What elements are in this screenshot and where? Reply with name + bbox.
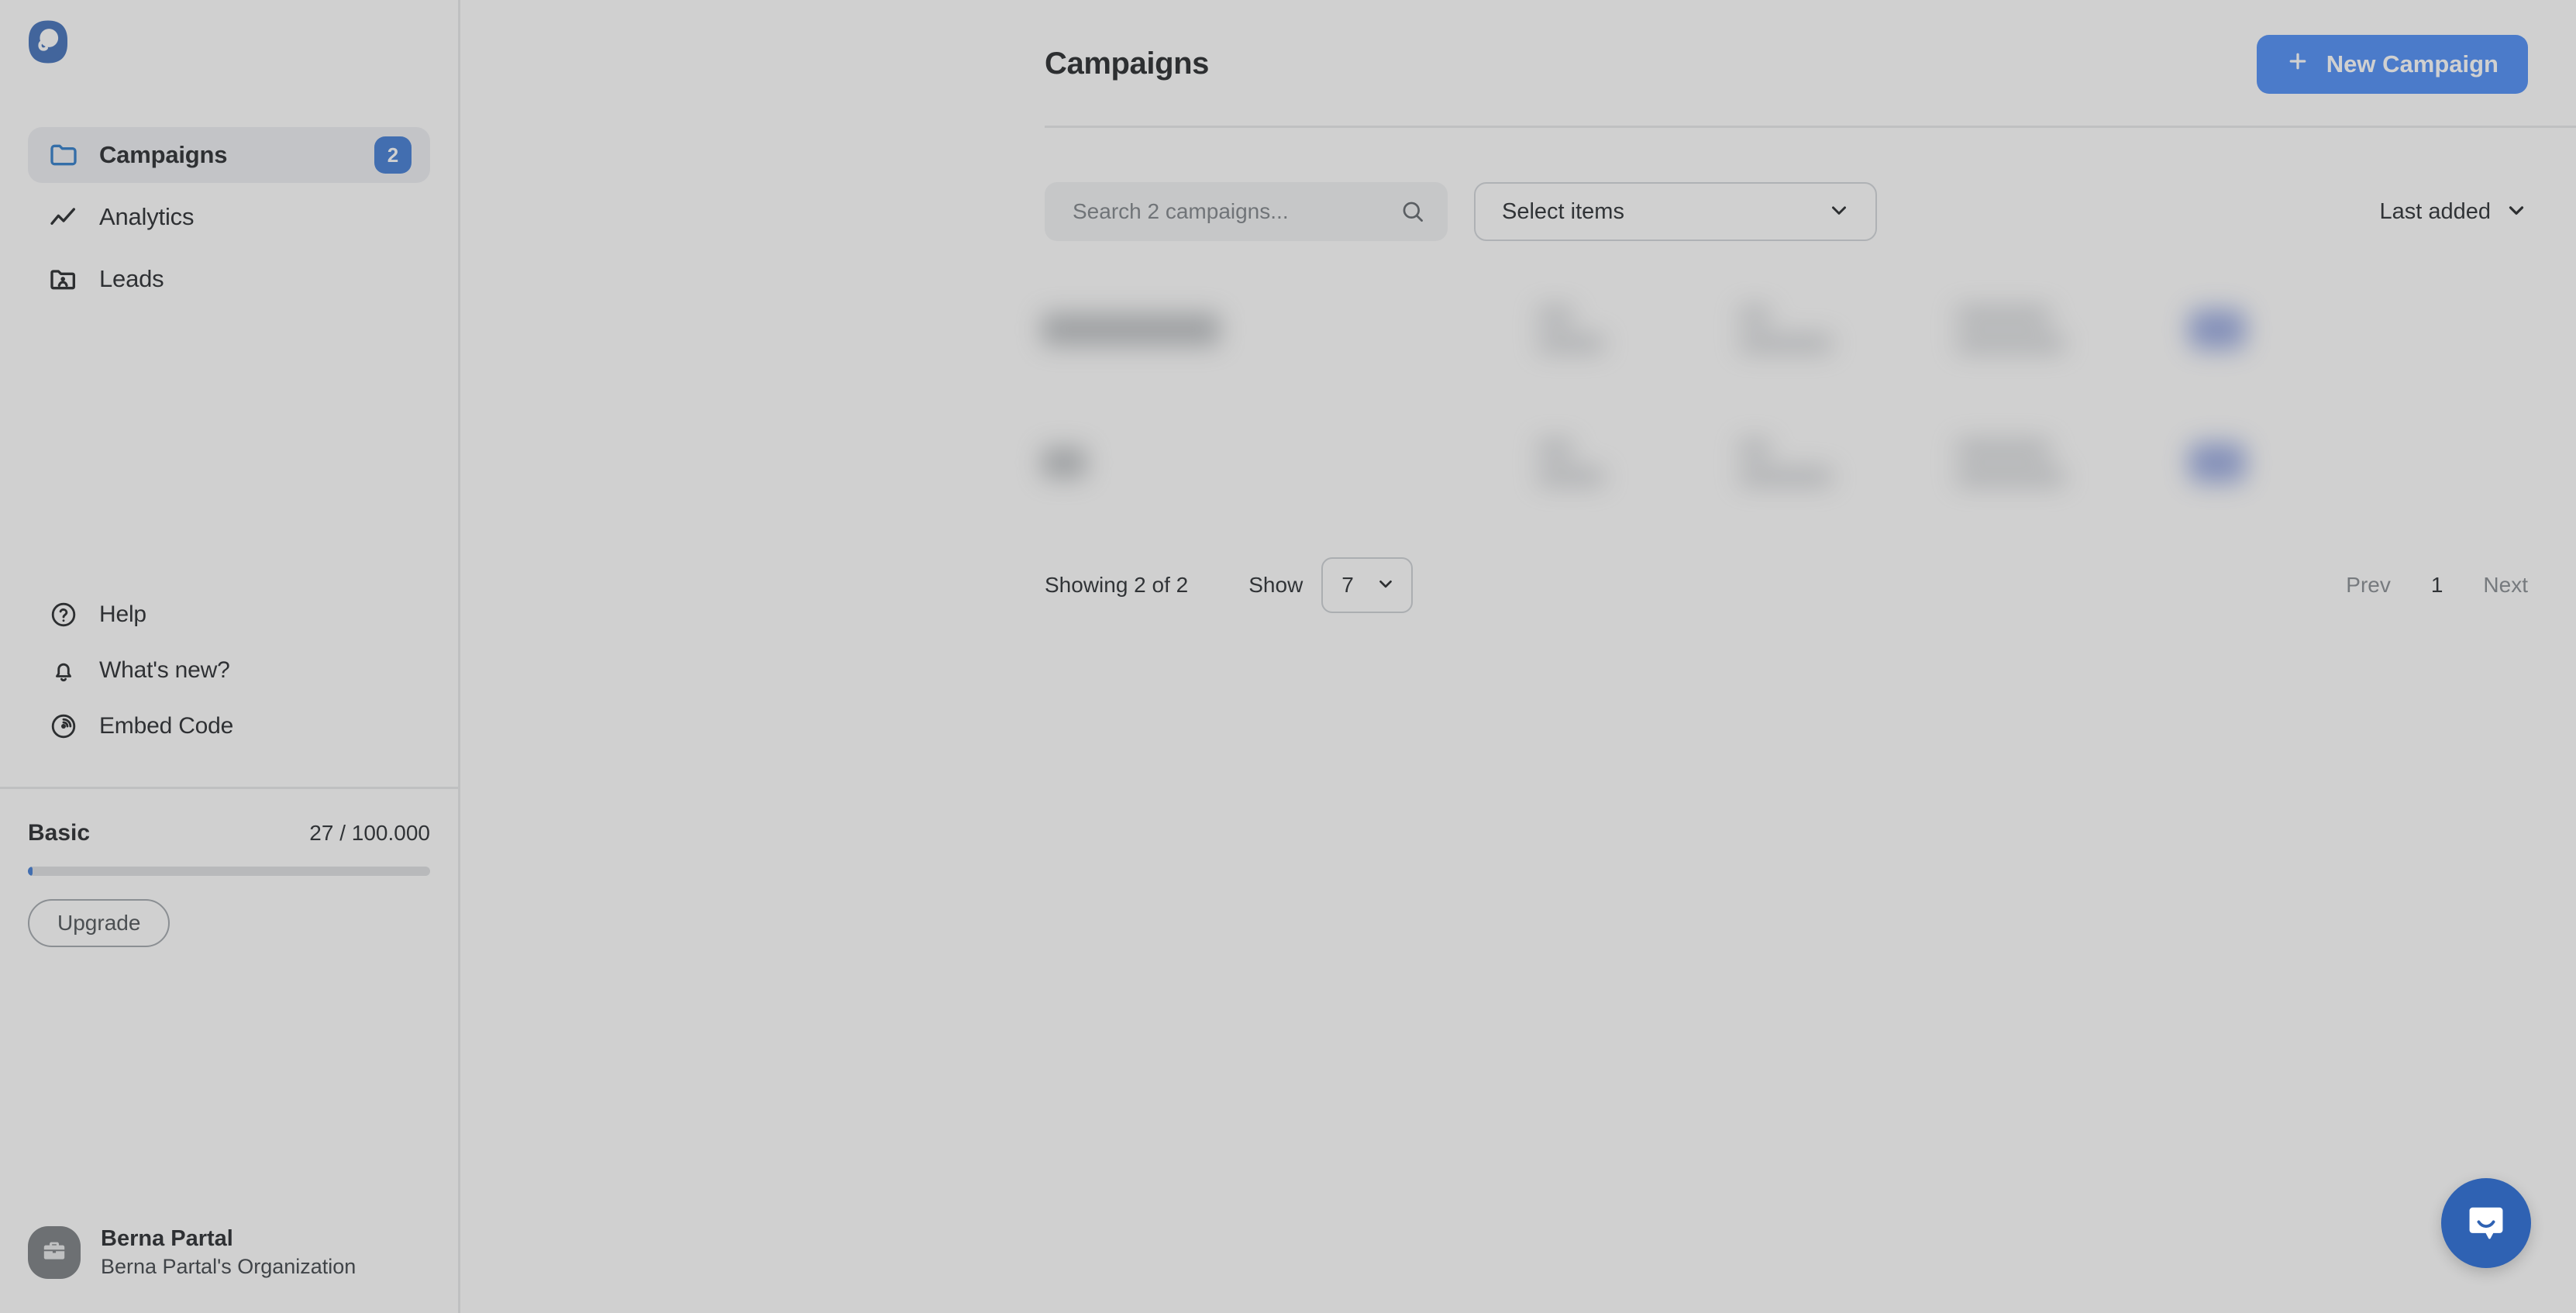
- question-circle-icon: [48, 599, 79, 630]
- main-content: Campaigns New Campaign Search 2 campaign…: [460, 0, 2576, 1313]
- sidebar-item-analytics[interactable]: Analytics: [28, 189, 430, 245]
- plan-progress-bar: [28, 866, 430, 876]
- search-box: [1045, 182, 1448, 241]
- row-name-cell: [1042, 447, 1538, 478]
- sort-label: Last added: [2379, 198, 2491, 224]
- folder-icon: [48, 140, 79, 171]
- row-status-cell: [2189, 443, 2421, 483]
- chevron-down-icon: [1827, 198, 1851, 226]
- row-metric-cell: [1739, 440, 1956, 485]
- sort-dropdown[interactable]: Last added: [2379, 198, 2528, 226]
- table-footer: Showing 2 of 2 Show 7 Prev 1 Next: [460, 529, 2576, 613]
- row-name-cell: [1042, 313, 1538, 346]
- utility-nav: Help What's new? Embed Code: [0, 587, 458, 754]
- user-texts: Berna Partal Berna Partal's Organization: [101, 1226, 356, 1279]
- user-account-block[interactable]: Berna Partal Berna Partal's Organization: [0, 1226, 458, 1313]
- pagination: Prev 1 Next: [2346, 573, 2528, 598]
- row-metric-cell: [1538, 307, 1739, 352]
- plan-quota: 27 / 100.000: [309, 820, 430, 845]
- table-row[interactable]: [1018, 263, 2528, 396]
- user-organization: Berna Partal's Organization: [101, 1255, 356, 1278]
- row-status-cell: [2189, 309, 2421, 350]
- sidebar-item-help[interactable]: Help: [28, 587, 430, 643]
- table-row[interactable]: [1018, 396, 2528, 529]
- row-date-cell: [1956, 440, 2189, 485]
- page-title: Campaigns: [1045, 47, 1210, 81]
- sidebar-item-label: Help: [99, 601, 146, 627]
- show-label: Show: [1248, 573, 1303, 597]
- logo-wrap: [0, 0, 458, 91]
- bell-icon: [48, 655, 79, 686]
- broadcast-icon: [48, 711, 79, 742]
- intercom-chat-icon[interactable]: [2441, 1178, 2531, 1268]
- row-date-cell: [1956, 307, 2189, 352]
- plan-row: Basic 27 / 100.000: [28, 820, 430, 846]
- sidebar-item-label: Embed Code: [99, 712, 234, 739]
- page-size-select[interactable]: 7: [1321, 557, 1414, 613]
- plan-name: Basic: [28, 819, 91, 846]
- plan-usage-block: Basic 27 / 100.000 Upgrade: [0, 789, 458, 947]
- popupsmart-logo-icon[interactable]: [25, 20, 71, 68]
- user-name: Berna Partal: [101, 1226, 233, 1251]
- next-page-button[interactable]: Next: [2483, 573, 2528, 598]
- select-items-dropdown[interactable]: Select items: [1474, 182, 1877, 241]
- plus-icon: [2286, 50, 2309, 79]
- header-divider: [1045, 126, 2576, 128]
- upgrade-button[interactable]: Upgrade: [28, 898, 170, 947]
- page-number-1[interactable]: 1: [2431, 573, 2443, 598]
- sidebar-item-label: Campaigns: [99, 141, 228, 168]
- sidebar-item-label: Leads: [99, 265, 164, 292]
- plan-progress-fill: [28, 866, 33, 876]
- chevron-down-icon: [2505, 198, 2528, 226]
- campaigns-table-rows: [460, 241, 2576, 529]
- chevron-down-icon: [1376, 574, 1396, 598]
- sidebar-item-whats-new[interactable]: What's new?: [28, 643, 430, 698]
- avatar: [28, 1226, 81, 1279]
- sidebar-item-leads[interactable]: Leads: [28, 251, 430, 307]
- app-root: Campaigns 2 Analytics Leads Help What's …: [0, 0, 2576, 1313]
- campaigns-toolbar: Select items Last added: [460, 128, 2576, 241]
- sidebar-item-label: Analytics: [99, 203, 195, 230]
- search-input[interactable]: [1045, 182, 1448, 241]
- folder-user-icon: [48, 264, 79, 295]
- sidebar-item-embed-code[interactable]: Embed Code: [28, 698, 430, 754]
- page-header: Campaigns New Campaign: [460, 0, 2576, 128]
- row-metric-cell: [1739, 307, 1956, 352]
- sidebar-item-label: What's new?: [99, 656, 230, 683]
- sidebar: Campaigns 2 Analytics Leads Help What's …: [0, 0, 460, 1313]
- sidebar-item-campaigns[interactable]: Campaigns 2: [28, 127, 430, 183]
- campaigns-count-badge: 2: [374, 136, 412, 174]
- prev-page-button[interactable]: Prev: [2346, 573, 2391, 598]
- row-metric-cell: [1538, 440, 1739, 485]
- search-icon[interactable]: [1400, 198, 1426, 225]
- line-chart-icon: [48, 202, 79, 233]
- new-campaign-label: New Campaign: [2326, 50, 2499, 78]
- select-items-label: Select items: [1502, 198, 1624, 224]
- showing-count: Showing 2 of 2: [1045, 573, 1189, 597]
- page-size-value: 7: [1341, 573, 1354, 597]
- primary-nav: Campaigns 2 Analytics Leads: [0, 91, 458, 307]
- briefcase-icon: [40, 1237, 68, 1269]
- new-campaign-button[interactable]: New Campaign: [2256, 34, 2528, 94]
